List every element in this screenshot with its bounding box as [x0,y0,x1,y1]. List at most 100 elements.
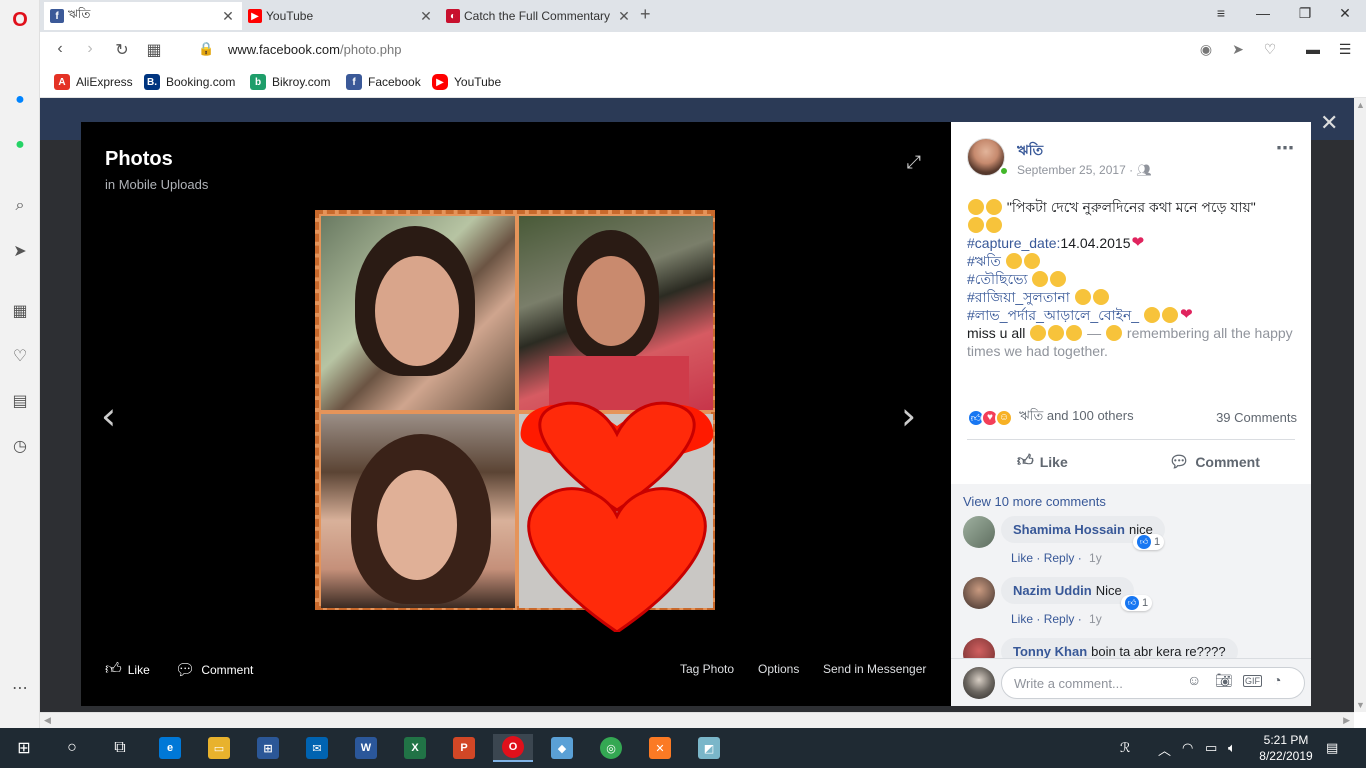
tab-facebook[interactable]: f ঋতি ✕ [44,2,242,30]
bookmark-facebook[interactable]: f Facebook [346,74,421,90]
post-date[interactable]: September 25, 2017 · 👥︎ [1017,163,1152,177]
hashtag-link[interactable]: #ঋতি [967,253,1001,269]
comment-like-link[interactable]: Like [1011,551,1033,565]
bookmark-youtube[interactable]: ▶ YouTube [432,74,501,90]
store-icon[interactable]: ⊞ [248,734,288,762]
reactions-text[interactable]: ঋতি and 100 others [1019,407,1134,428]
author-name[interactable]: ঋতি [1017,139,1043,163]
edge-icon[interactable]: e [150,734,190,762]
back-icon[interactable]: ‹ [50,40,70,58]
reactions-row[interactable]: 👍︎ ♥ ☺ ঋতি and 100 others 39 Comments [967,407,1297,428]
more-options-icon[interactable]: ⋯ [1276,138,1295,159]
opera-icon[interactable]: O [493,734,533,762]
hashtag-link[interactable]: #রাজিয়া_সুলতানা [967,289,1070,305]
battery-icon[interactable]: ▬ [1302,41,1324,57]
like-button[interactable]: 👍︎ Like [105,660,150,679]
camera-icon[interactable]: 📷︎ [1215,672,1233,689]
tab-commentary[interactable]: ◐ Catch the Full Commentary ✕ [440,2,638,30]
close-window-icon[interactable]: ✕ [1330,5,1360,22]
scroll-down-icon[interactable]: ▼ [1356,700,1365,710]
close-tab-icon[interactable]: ✕ [616,8,632,25]
commenter-avatar[interactable] [963,516,995,548]
cortana-icon[interactable]: ○ [52,734,92,762]
post-comment-button[interactable]: 💬︎ Comment [1169,452,1260,472]
bookmark-aliexpress[interactable]: A AliExpress [54,74,133,90]
app-shape-icon[interactable]: ◩ [689,734,729,762]
comments-count[interactable]: 39 Comments [1216,410,1297,425]
heart-icon[interactable]: ♡ [8,344,32,368]
scroll-up-icon[interactable]: ▲ [1356,100,1365,110]
send-icon[interactable]: ➤ [1227,41,1249,58]
taskbar-clock[interactable]: 5:21 PM 8/22/2019 [1256,732,1316,764]
send-icon[interactable]: ➤ [8,239,32,263]
scroll-left-icon[interactable]: ◀ [44,715,51,726]
bookmark-booking[interactable]: B. Booking.com [144,74,235,90]
tag-photo-link[interactable]: Tag Photo [680,662,734,676]
wifi-icon[interactable]: ◠ [1182,740,1193,756]
close-tab-icon[interactable]: ✕ [220,8,236,25]
hashtag-link[interactable]: #তৌছিভ্যে [967,271,1028,287]
search-icon[interactable]: ⌕ [8,194,32,218]
notifications-icon[interactable]: ▤ [1326,740,1338,756]
commenter-avatar[interactable] [963,577,995,609]
emoji-icon[interactable]: ☺ [1187,672,1201,688]
maximize-icon[interactable]: ❐ [1290,5,1320,22]
tab-youtube[interactable]: ▶ YouTube ✕ [242,2,440,30]
history-icon[interactable]: ◷ [8,434,32,458]
opera-menu-icon[interactable]: O [8,8,32,32]
next-photo-icon[interactable]: › [901,394,916,438]
comment-button[interactable]: 💬︎ Comment [175,660,253,680]
heart-icon[interactable]: ♡ [1259,41,1281,58]
comment-reply-link[interactable]: Reply [1044,551,1075,565]
options-link[interactable]: Options [758,662,799,676]
messenger-icon[interactable]: ● [8,88,32,112]
send-in-messenger-link[interactable]: Send in Messenger [823,662,926,676]
volume-icon[interactable]: 🔈︎ [1228,740,1236,756]
file-explorer-icon[interactable]: ▭ [199,734,239,762]
close-tab-icon[interactable]: ✕ [418,8,434,25]
excel-icon[interactable]: X [395,734,435,762]
comment-time[interactable]: 1y [1089,612,1102,626]
new-tab-icon[interactable]: + [640,4,651,25]
commenter-name[interactable]: Nazim Uddin [1013,583,1092,598]
start-icon[interactable]: ⊞ [4,734,44,762]
hashtag-link[interactable]: #capture_date: [967,235,1060,251]
scroll-right-icon[interactable]: ▶ [1343,715,1350,726]
tray-chevron-up-icon[interactable]: ︿ [1158,740,1171,759]
speed-dial-icon[interactable]: ▦ [8,299,32,323]
mail-icon[interactable]: ✉ [297,734,337,762]
bookmark-bikroy[interactable]: b Bikroy.com [250,74,330,90]
comment-time[interactable]: 1y [1089,551,1102,565]
minimize-icon[interactable]: — [1248,5,1278,21]
tab-menu-icon[interactable]: ≡ [1206,5,1236,21]
app-box-icon[interactable]: ◆ [542,734,582,762]
more-icon[interactable]: ⋯ [8,676,32,700]
easy-setup-icon[interactable]: ☰ [1334,41,1356,58]
news-icon[interactable]: ▤ [8,389,32,413]
battery-icon[interactable]: ▭ [1205,740,1217,756]
commenter-name[interactable]: Tonny Khan [1013,644,1087,659]
tabs-grid-icon[interactable]: ▦ [144,40,164,60]
people-icon[interactable]: ℛ [1120,740,1130,756]
powerpoint-icon[interactable]: P [444,734,484,762]
url-field[interactable]: www.facebook.com/photo.php [228,42,401,57]
comment-likes[interactable]: 👍︎ 1 [1133,534,1165,550]
forward-icon[interactable]: › [80,40,100,58]
camera-icon[interactable]: ◉ [1195,41,1217,58]
view-more-comments-link[interactable]: View 10 more comments [963,494,1106,509]
sticker-icon[interactable]: ◔ [1273,672,1281,688]
reload-icon[interactable]: ↻ [112,40,132,60]
comment-likes[interactable]: 👍︎ 1 [1121,595,1153,611]
gif-icon[interactable]: GIF [1243,675,1262,687]
vertical-scrollbar[interactable]: ▲ ▼ [1354,98,1366,712]
fullscreen-icon[interactable]: ⤢ [907,152,921,173]
horizontal-scrollbar[interactable]: ◀ ▶ [40,712,1354,728]
chrome-icon[interactable]: ◎ [591,734,631,762]
comment-reply-link[interactable]: Reply [1044,612,1075,626]
post-like-button[interactable]: 👍︎ Like [1017,452,1068,471]
commenter-name[interactable]: Shamima Hossain [1013,522,1125,537]
word-icon[interactable]: W [346,734,386,762]
comment-like-link[interactable]: Like [1011,612,1033,626]
close-viewer-icon[interactable]: ✕ [1320,110,1338,136]
previous-photo-icon[interactable]: ‹ [101,394,116,438]
